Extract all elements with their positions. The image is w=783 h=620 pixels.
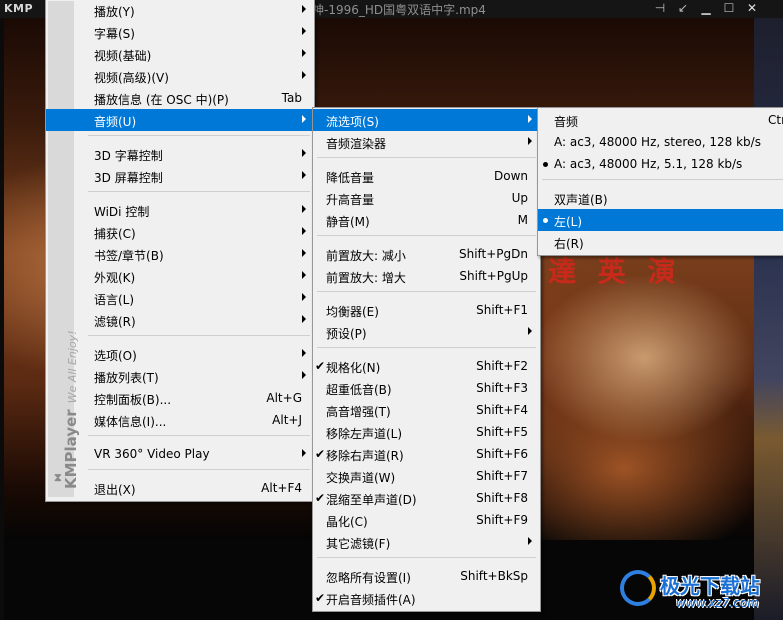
- menu-item-control-panel[interactable]: 控制面板(B)... Alt+G: [46, 387, 314, 409]
- menu-item-widi[interactable]: WiDi 控制: [46, 199, 314, 221]
- submenu-arrow-icon: [302, 115, 306, 123]
- submenu-arrow-icon: [302, 27, 306, 35]
- menu-item-stream-options[interactable]: 流选项(S): [313, 109, 540, 131]
- menu-item-video-basic[interactable]: 视频(基础): [46, 43, 314, 65]
- menu-item-remove-right-channel[interactable]: ✔ 移除右声道(R) Shift+F6: [313, 443, 540, 465]
- menu-item-options[interactable]: 选项(O): [46, 343, 314, 365]
- menu-separator: [88, 135, 310, 136]
- site-watermark: 极光下载站 www.xz7.com: [620, 568, 780, 618]
- menu-item-exit[interactable]: 退出(X) Alt+F4: [46, 477, 314, 499]
- radio-bullet-icon: [543, 218, 548, 223]
- menu-separator: [88, 335, 310, 336]
- menu-item-appearance[interactable]: 外观(K): [46, 265, 314, 287]
- app-logo: KMP: [4, 2, 34, 15]
- menu-separator: [88, 191, 310, 192]
- checkmark-icon: ✔: [315, 447, 326, 461]
- video-overlay-text: 達 英 演: [548, 255, 682, 288]
- menu-item-3d-screen[interactable]: 3D 屏幕控制: [46, 165, 314, 187]
- menu-item-ignore-settings[interactable]: 忽略所有设置(I) Shift+BkSp: [313, 565, 540, 587]
- menu-separator: [317, 235, 536, 236]
- submenu-arrow-icon: [302, 293, 306, 301]
- submenu-arrow-icon: [302, 5, 306, 13]
- submenu-arrow-icon: [302, 171, 306, 179]
- menu-item-remove-left-channel[interactable]: 移除左声道(L) Shift+F5: [313, 421, 540, 443]
- watermark-text: 极光下载站: [660, 574, 760, 598]
- close-icon[interactable]: ✕: [745, 1, 759, 15]
- menu-item-normalize[interactable]: ✔ 规格化(N) Shift+F2: [313, 355, 540, 377]
- menu-item-mute[interactable]: 静音(M) M: [313, 209, 540, 231]
- menu-item-stream-stereo[interactable]: A: ac3, 48000 Hz, stereo, 128 kb/s: [538, 131, 783, 153]
- menu-item-swap-channels[interactable]: 交换声道(W) Shift+F7: [313, 465, 540, 487]
- submenu-arrow-icon: [528, 537, 532, 545]
- menu-separator: [317, 557, 536, 558]
- stream-options-submenu: 音频Ctr A: ac3, 48000 Hz, stereo, 128 kb/s…: [537, 107, 783, 256]
- menu-item-volume-up[interactable]: 升高音量 Up: [313, 187, 540, 209]
- menu-item-stream-5-1[interactable]: A: ac3, 48000 Hz, 5.1, 128 kb/s: [538, 153, 783, 175]
- submenu-arrow-icon: [302, 449, 306, 457]
- menu-item-audio-stream-header[interactable]: 音频Ctr: [538, 109, 783, 131]
- menu-item-preamp-decrease[interactable]: 前置放大: 减小 Shift+PgDn: [313, 243, 540, 265]
- submenu-arrow-icon: [302, 349, 306, 357]
- maximize-icon[interactable]: ☐: [722, 1, 736, 15]
- menu-item-vr360[interactable]: VR 360° Video Play: [46, 443, 314, 465]
- menu-item-dual-channel[interactable]: 双声道(B): [538, 187, 783, 209]
- menu-item-audio-plugins[interactable]: ✔ 开启音频插件(A): [313, 587, 540, 609]
- radio-bullet-icon: [543, 162, 548, 167]
- submenu-arrow-icon: [302, 149, 306, 157]
- menu-item-preamp-increase[interactable]: 前置放大: 增大 Shift+PgUp: [313, 265, 540, 287]
- main-context-menu: KMPlayerWe All Enjoy! ⧗ 播放(Y) 字幕(S) 视频(基…: [45, 0, 315, 502]
- menu-item-playback-info[interactable]: 播放信息 (在 OSC 中)(P) Tab: [46, 87, 314, 109]
- menu-item-equalizer[interactable]: 均衡器(E) Shift+F1: [313, 299, 540, 321]
- menu-item-play[interactable]: 播放(Y): [46, 0, 314, 21]
- menu-item-language[interactable]: 语言(L): [46, 287, 314, 309]
- menu-separator: [88, 435, 310, 436]
- menu-item-downmix-mono[interactable]: ✔ 混缩至单声道(D) Shift+F8: [313, 487, 540, 509]
- menu-item-presets[interactable]: 预设(P): [313, 321, 540, 343]
- submenu-arrow-icon: [302, 271, 306, 279]
- menu-separator: [317, 347, 536, 348]
- audio-submenu: 流选项(S) 音频渲染器 降低音量 Down 升高音量 Up 静音(M) M 前置放大…: [312, 107, 541, 612]
- menu-item-left-channel[interactable]: 左(L): [538, 209, 783, 231]
- submenu-arrow-icon: [302, 249, 306, 257]
- menu-item-treble-boost[interactable]: 高音增强(T) Shift+F4: [313, 399, 540, 421]
- menu-separator: [88, 469, 310, 470]
- submenu-arrow-icon: [528, 327, 532, 335]
- menu-item-media-info[interactable]: 媒体信息(I)... Alt+J: [46, 409, 314, 431]
- submenu-arrow-icon: [302, 205, 306, 213]
- menu-separator: [317, 291, 536, 292]
- compact-icon[interactable]: ↙: [676, 1, 690, 15]
- submenu-arrow-icon: [302, 227, 306, 235]
- minimize-icon[interactable]: ▁: [699, 1, 713, 15]
- menu-item-other-filters[interactable]: 其它滤镜(F): [313, 531, 540, 553]
- menu-item-filters[interactable]: 滤镜(R): [46, 309, 314, 331]
- submenu-arrow-icon: [302, 371, 306, 379]
- submenu-arrow-icon: [528, 137, 532, 145]
- menu-item-playlist[interactable]: 播放列表(T): [46, 365, 314, 387]
- window-controls: ⊣ ↙ ▁ ☐ ✕: [653, 1, 759, 15]
- submenu-arrow-icon: [302, 315, 306, 323]
- menu-separator: [542, 179, 783, 180]
- menu-item-3d-subtitle[interactable]: 3D 字幕控制: [46, 143, 314, 165]
- window-title: 食神-1996_HD国粤双语中字.mp4: [300, 3, 486, 17]
- menu-item-capture[interactable]: 捕获(C): [46, 221, 314, 243]
- menu-item-audio-renderer[interactable]: 音频渲染器: [313, 131, 540, 153]
- submenu-arrow-icon: [302, 49, 306, 57]
- menu-item-subtitles[interactable]: 字幕(S): [46, 21, 314, 43]
- menu-item-right-channel[interactable]: 右(R): [538, 231, 783, 253]
- menu-item-bass-boost[interactable]: 超重低音(B) Shift+F3: [313, 377, 540, 399]
- menu-item-audio[interactable]: 音频(U): [46, 109, 314, 131]
- watermark-logo-icon: [620, 570, 656, 606]
- menu-item-crystallize[interactable]: 晶化(C) Shift+F9: [313, 509, 540, 531]
- menu-item-bookmarks[interactable]: 书签/章节(B): [46, 243, 314, 265]
- checkmark-icon: ✔: [315, 359, 326, 373]
- submenu-arrow-icon: [528, 115, 532, 123]
- checkmark-icon: ✔: [315, 591, 326, 605]
- pin-icon[interactable]: ⊣: [653, 1, 667, 15]
- menu-item-volume-down[interactable]: 降低音量 Down: [313, 165, 540, 187]
- submenu-arrow-icon: [302, 71, 306, 79]
- menu-separator: [317, 157, 536, 158]
- watermark-url: www.xz7.com: [676, 596, 759, 610]
- checkmark-icon: ✔: [315, 491, 326, 505]
- menu-item-video-advanced[interactable]: 视频(高级)(V): [46, 65, 314, 87]
